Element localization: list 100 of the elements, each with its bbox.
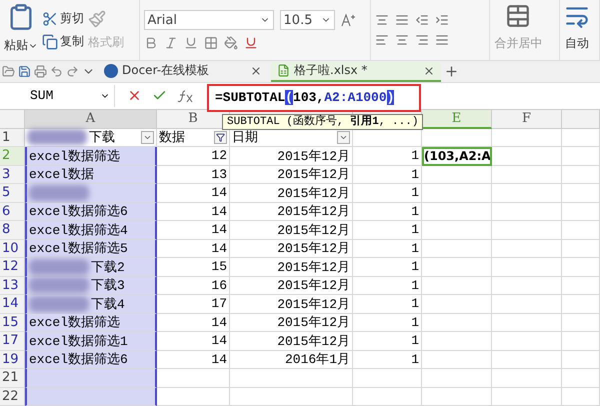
- wrap-text-button[interactable]: 自动: [564, 3, 590, 58]
- formula-field[interactable]: =SUBTOTAL(103,A2:A1000): [207, 84, 421, 112]
- folder-icon[interactable]: [2, 65, 15, 78]
- align-top-icon[interactable]: [374, 13, 389, 28]
- font-size-field[interactable]: 10.5: [280, 10, 335, 30]
- table-cell: 2015年12月: [230, 147, 353, 166]
- empty-cell: [562, 350, 600, 369]
- table-cell: 数据: [157, 128, 230, 147]
- table-cell: excel数据筛选5: [25, 240, 157, 258]
- row-number[interactable]: 17: [0, 332, 25, 350]
- table-cell: excel数据筛选6: [25, 202, 157, 221]
- empty-cell: [353, 128, 422, 147]
- row-number[interactable]: 8: [0, 221, 25, 240]
- file-tab[interactable]: 格子啦.xlsx *: [271, 62, 441, 82]
- close-icon[interactable]: [423, 64, 435, 77]
- table-cell: excel数据筛选1: [25, 332, 157, 350]
- save-icon[interactable]: [18, 65, 31, 78]
- filter-button[interactable]: [214, 130, 227, 144]
- copy-button[interactable]: 复制: [42, 33, 84, 50]
- align-right-icon[interactable]: [414, 33, 429, 48]
- table-cell: 2015年12月: [230, 202, 353, 221]
- align-middle-icon[interactable]: [394, 13, 409, 28]
- indent-decrease-icon[interactable]: [414, 13, 429, 28]
- align-left-icon[interactable]: [374, 33, 389, 48]
- empty-cell: [422, 369, 492, 388]
- row-number[interactable]: 1: [0, 128, 25, 147]
- underline-icon[interactable]: [184, 36, 198, 50]
- empty-cell: [562, 147, 600, 166]
- empty-cell: [492, 221, 562, 240]
- table-cell: 下载2: [25, 258, 157, 276]
- fill-color-icon[interactable]: [224, 36, 238, 50]
- empty-cell: [422, 332, 492, 350]
- empty-cell: [562, 202, 600, 221]
- file-tab[interactable]: Docer-在线模板: [98, 62, 268, 82]
- printer-icon[interactable]: [34, 65, 47, 78]
- column-header[interactable]: A: [25, 110, 157, 128]
- row-number[interactable]: 5: [0, 184, 25, 202]
- table-cell: (103,A2:A: [422, 147, 492, 166]
- border-icon[interactable]: [204, 36, 218, 50]
- row-number[interactable]: 10: [0, 240, 25, 258]
- empty-cell: [422, 388, 492, 406]
- scissors-icon: [42, 10, 58, 27]
- align-center-icon[interactable]: [394, 33, 409, 48]
- grow-font-icon[interactable]: [340, 13, 355, 28]
- row-number[interactable]: 3: [0, 166, 25, 184]
- redo-icon[interactable]: [66, 65, 79, 78]
- table-cell: 14: [157, 350, 230, 369]
- row-number[interactable]: 6: [0, 202, 25, 221]
- column-header[interactable]: F: [492, 110, 562, 128]
- table-cell: 13: [157, 166, 230, 184]
- empty-cell: [562, 295, 600, 314]
- table-cell: excel数据筛选: [25, 147, 157, 166]
- empty-cell: [492, 202, 562, 221]
- empty-cell: [492, 332, 562, 350]
- paste-button[interactable]: 粘贴: [4, 3, 38, 58]
- row-number[interactable]: 22: [0, 388, 25, 406]
- function-tooltip: SUBTOTAL (函数序号, 引用1, ...): [222, 114, 424, 130]
- font-field[interactable]: Arial: [144, 10, 274, 30]
- table-cell: 2015年12月: [230, 295, 353, 314]
- empty-cell: [492, 276, 562, 295]
- merge-cells-icon: [505, 3, 532, 29]
- row-number[interactable]: 12: [0, 258, 25, 276]
- dropdown-button[interactable]: [337, 130, 350, 144]
- table-cell: 2015年12月: [230, 240, 353, 258]
- row-number[interactable]: 15: [0, 314, 25, 332]
- empty-cell: [492, 166, 562, 184]
- empty-cell: [562, 314, 600, 332]
- table-cell: 14: [157, 240, 230, 258]
- row-number[interactable]: 13: [0, 276, 25, 295]
- empty-cell: [422, 128, 492, 147]
- row-number[interactable]: 14: [0, 295, 25, 314]
- copy-icon: [42, 34, 58, 50]
- table-cell: 17: [157, 295, 230, 314]
- empty-cell: [422, 314, 492, 332]
- logo: [104, 64, 118, 78]
- empty-cell: [492, 184, 562, 202]
- font-color-icon[interactable]: [244, 36, 258, 50]
- cut-button[interactable]: 剪切: [42, 10, 84, 28]
- table-cell: 2015年12月: [230, 276, 353, 295]
- table-cell: 1: [353, 147, 422, 166]
- empty-cell: [562, 184, 600, 202]
- italic-icon[interactable]: [164, 36, 178, 50]
- close-icon[interactable]: [250, 64, 262, 77]
- empty-cell: [492, 388, 562, 406]
- row-number[interactable]: 21: [0, 369, 25, 388]
- table-cell: 14: [157, 221, 230, 240]
- table-cell: 14: [157, 332, 230, 350]
- function-icon[interactable]: [177, 88, 195, 103]
- plus-icon[interactable]: [444, 64, 459, 80]
- justify-icon[interactable]: [434, 33, 449, 48]
- empty-cell: [492, 350, 562, 369]
- table-cell: 1: [353, 332, 422, 350]
- row-number[interactable]: 19: [0, 350, 25, 369]
- dropdown-button[interactable]: [141, 130, 154, 144]
- name-box[interactable]: SUM: [0, 84, 115, 107]
- indent-increase-icon[interactable]: [434, 13, 449, 28]
- table-cell: 下载: [25, 128, 157, 147]
- table-cell: 2015年12月: [230, 221, 353, 240]
- table-cell: excel数据筛选4: [25, 221, 157, 240]
- undo-icon[interactable]: [50, 65, 63, 78]
